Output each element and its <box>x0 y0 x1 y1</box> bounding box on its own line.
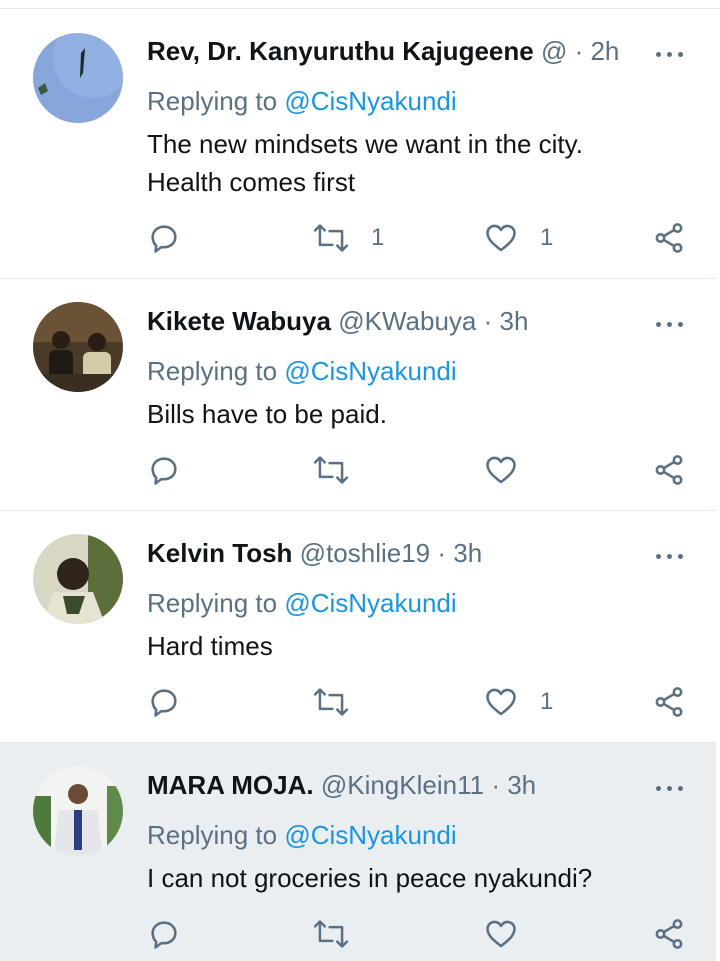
mention-link[interactable]: @CisNyakundi <box>284 356 456 386</box>
retweet-count: 1 <box>371 224 385 251</box>
replying-to: Replying to @CisNyakundi <box>147 585 457 621</box>
author-handle[interactable]: @toshlie19 <box>300 538 430 568</box>
share-icon <box>655 223 683 253</box>
like-button[interactable] <box>484 450 518 490</box>
avatar[interactable] <box>33 534 123 624</box>
tweet-text: I can not groceries in peace nyakundi? <box>147 859 687 897</box>
more-icon[interactable] <box>652 549 688 565</box>
tweet-text-line: I can not groceries in peace nyakundi? <box>147 863 593 893</box>
retweet-button[interactable] <box>313 682 349 722</box>
retweet-button[interactable]: 1 <box>313 218 384 258</box>
top-divider <box>0 0 720 9</box>
tweet[interactable]: Kelvin Tosh @toshlie19 · 3h Replying to … <box>0 511 716 743</box>
share-button[interactable] <box>652 682 686 722</box>
retweet-button[interactable] <box>313 914 349 954</box>
avatar[interactable] <box>33 302 123 392</box>
tweet-header: MARA MOJA. @KingKlein11 · 3h <box>147 767 536 803</box>
timestamp[interactable]: · 3h <box>437 538 482 568</box>
replying-to-label: Replying to <box>147 820 278 850</box>
share-icon <box>655 687 683 717</box>
retweet-icon <box>313 456 349 484</box>
reply-button[interactable] <box>147 218 181 258</box>
like-button[interactable]: 1 <box>484 218 553 258</box>
more-icon[interactable] <box>652 317 688 333</box>
like-count: 1 <box>540 688 554 715</box>
reply-icon <box>151 457 177 485</box>
like-button[interactable] <box>484 914 518 954</box>
author-handle[interactable]: @KingKlein11 <box>321 770 484 800</box>
replying-to-label: Replying to <box>147 86 278 116</box>
tweet-text: The new mindsets we want in the city. He… <box>147 125 687 201</box>
reply-button[interactable] <box>147 682 181 722</box>
tweet[interactable]: Rev, Dr. Kanyuruthu Kajugeene @ · 2h Rep… <box>0 9 716 279</box>
mention-link[interactable]: @CisNyakundi <box>284 820 456 850</box>
timestamp[interactable]: · 3h <box>484 306 529 336</box>
author-handle[interactable]: @KWabuya <box>338 306 476 336</box>
retweet-icon <box>313 688 349 716</box>
heart-icon <box>486 456 516 484</box>
tweet[interactable]: Kikete Wabuya @KWabuya · 3h Replying to … <box>0 279 716 511</box>
reply-button[interactable] <box>147 914 181 954</box>
timestamp[interactable]: · 2h <box>575 36 620 66</box>
reply-icon <box>151 225 177 253</box>
heart-icon <box>486 224 516 252</box>
timestamp[interactable]: · 3h <box>491 770 536 800</box>
replying-to: Replying to @CisNyakundi <box>147 817 457 853</box>
reply-icon <box>151 689 177 717</box>
avatar[interactable] <box>33 766 123 856</box>
reply-icon <box>151 921 177 949</box>
tweet-header: Kikete Wabuya @KWabuya · 3h <box>147 303 528 339</box>
tweet-text: Hard times <box>147 627 687 665</box>
reply-button[interactable] <box>147 450 181 490</box>
author-handle[interactable]: @ <box>541 36 567 66</box>
more-icon[interactable] <box>652 781 688 797</box>
tweet[interactable]: MARA MOJA. @KingKlein11 · 3h Replying to… <box>0 743 716 961</box>
replying-to-label: Replying to <box>147 356 278 386</box>
mention-link[interactable]: @CisNyakundi <box>284 588 456 618</box>
author-name[interactable]: Rev, Dr. Kanyuruthu Kajugeene <box>147 36 534 66</box>
tweet-text-line: Hard times <box>147 631 273 661</box>
like-button[interactable]: 1 <box>484 682 553 722</box>
share-button[interactable] <box>652 450 686 490</box>
author-name[interactable]: Kikete Wabuya <box>147 306 331 336</box>
share-button[interactable] <box>652 914 686 954</box>
tweet-text-line: Bills have to be paid. <box>147 399 387 429</box>
tweet-header: Rev, Dr. Kanyuruthu Kajugeene @ · 2h <box>147 33 619 69</box>
replying-to: Replying to @CisNyakundi <box>147 353 457 389</box>
share-icon <box>655 919 683 949</box>
like-count: 1 <box>540 224 554 251</box>
retweet-icon <box>313 224 349 252</box>
retweet-button[interactable] <box>313 450 349 490</box>
action-bar: 1 <box>0 682 716 722</box>
replying-to: Replying to @CisNyakundi <box>147 83 457 119</box>
heart-icon <box>486 688 516 716</box>
retweet-icon <box>313 920 349 948</box>
heart-icon <box>486 920 516 948</box>
tweet-text-line: Health comes first <box>147 167 356 197</box>
share-button[interactable] <box>652 218 686 258</box>
replying-to-label: Replying to <box>147 588 278 618</box>
avatar[interactable] <box>33 33 123 123</box>
mention-link[interactable]: @CisNyakundi <box>284 86 456 116</box>
author-name[interactable]: MARA MOJA. <box>147 770 314 800</box>
action-bar <box>0 914 716 954</box>
share-icon <box>655 455 683 485</box>
tweet-header: Kelvin Tosh @toshlie19 · 3h <box>147 535 482 571</box>
author-name[interactable]: Kelvin Tosh <box>147 538 292 568</box>
action-bar: 1 1 <box>0 218 716 258</box>
tweet-text: Bills have to be paid. <box>147 395 687 433</box>
action-bar <box>0 450 716 490</box>
more-icon[interactable] <box>652 47 688 63</box>
tweet-text-line: The new mindsets we want in the city. <box>147 129 583 159</box>
